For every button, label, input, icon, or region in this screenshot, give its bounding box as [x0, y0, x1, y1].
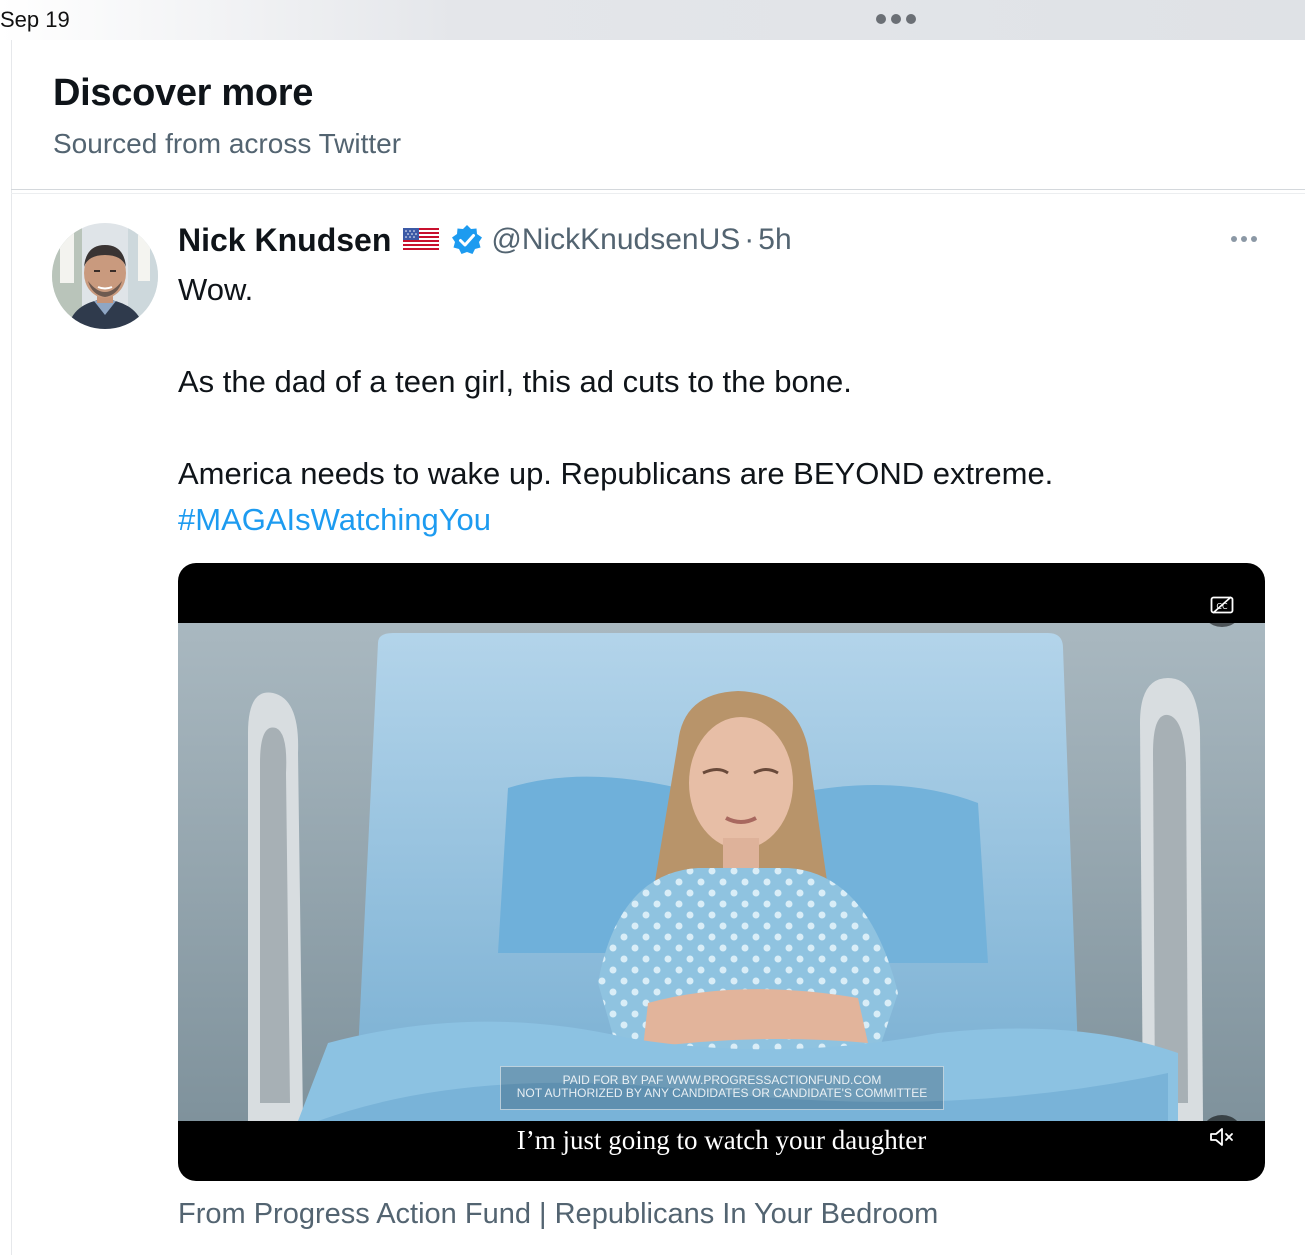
tweet-text-line: America needs to wake up. Republicans ar… [178, 456, 1054, 491]
section-subtitle: Sourced from across Twitter [53, 128, 402, 159]
tweet-timestamp[interactable]: 5h [758, 223, 791, 257]
more-options-icon[interactable] [1231, 236, 1257, 242]
hashtag-link[interactable]: #MAGAIsWatchingYou [178, 500, 491, 540]
video-caption: I’m just going to watch your daughter [516, 1125, 927, 1155]
tweet-text-line: Wow. [178, 272, 254, 307]
svg-text:CC: CC [1216, 602, 1228, 611]
disclaimer-line: NOT AUTHORIZED BY ANY CANDIDATES OR CAND… [516, 1086, 928, 1100]
author-handle[interactable]: @NickKnudsenUS [491, 223, 740, 257]
video-frame [178, 623, 1265, 1121]
tweet-header: Nick Knudsen @NickKnudsenUS · 5h [178, 220, 792, 260]
video-source-label[interactable]: From Progress Action Fund | Republicans … [178, 1198, 938, 1231]
ad-disclaimer: PAID FOR BY PAF WWW.PROGRESSACTIONFUND.C… [500, 1066, 944, 1110]
video-player[interactable]: CC PAID FOR BY PAF WWW.PROGRESSACTIONFUN… [178, 563, 1265, 1181]
meta-separator: · [744, 223, 755, 256]
tweet-text-line: As the dad of a teen girl, this ad cuts … [178, 364, 852, 399]
window-menu-dots-icon[interactable] [876, 14, 916, 24]
status-bar: Sep 19 [0, 0, 1305, 40]
section-divider [11, 189, 1305, 190]
author-name[interactable]: Nick Knudsen [178, 222, 391, 259]
verified-badge-icon [451, 224, 483, 256]
closed-captions-off-icon[interactable]: CC [1200, 583, 1244, 627]
timeline-border [11, 40, 12, 1255]
author-avatar[interactable] [52, 223, 158, 329]
us-flag-icon [403, 228, 440, 252]
section-title: Discover more [53, 72, 314, 114]
status-date: Sep 19 [0, 7, 70, 32]
muted-speaker-icon[interactable] [1200, 1115, 1244, 1159]
section-divider-secondary [11, 193, 1305, 194]
